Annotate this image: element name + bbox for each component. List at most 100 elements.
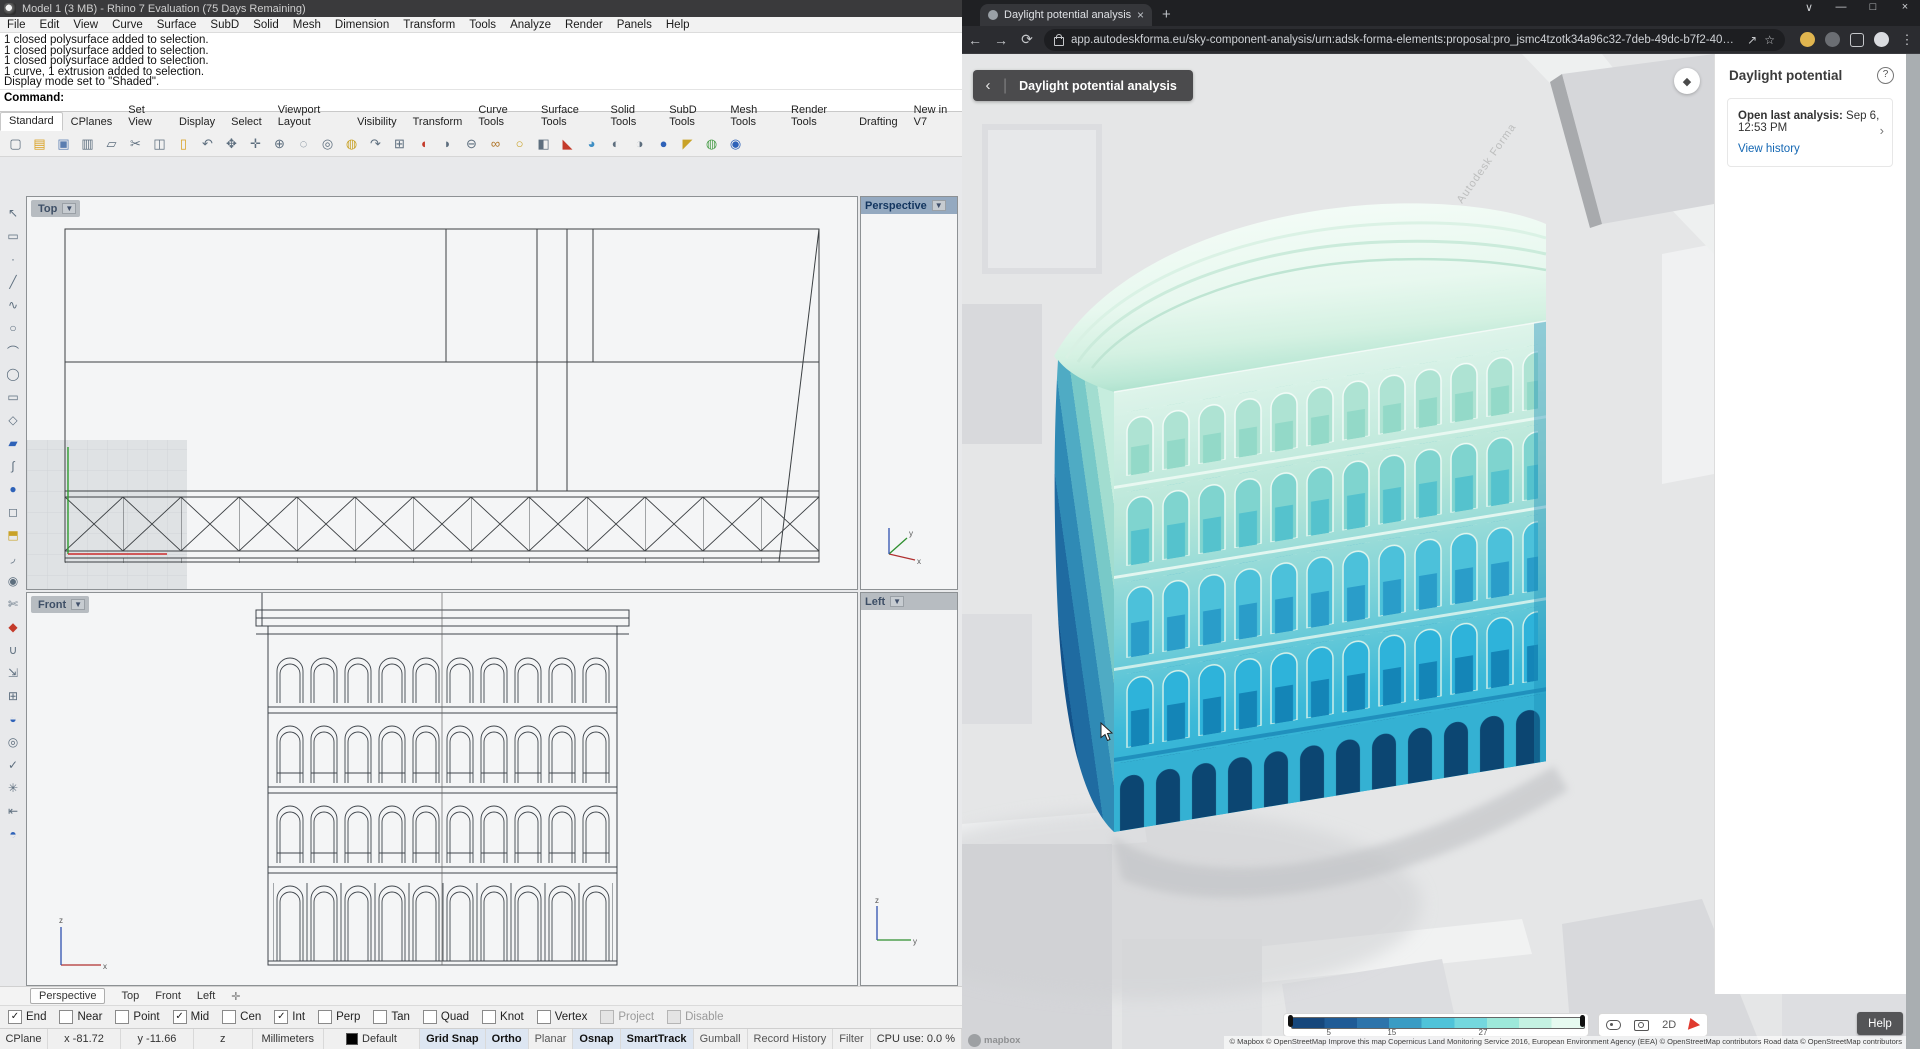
rotate-view-icon[interactable]: ↷ [365, 133, 386, 154]
page-scrollbar[interactable] [1906, 54, 1920, 1049]
viewport-perspective[interactable]: Perspective▼ x y [860, 196, 958, 590]
boolean-icon[interactable]: ◉ [3, 571, 23, 591]
mapbox-logo[interactable]: mapbox [968, 1034, 1020, 1047]
pan-car-icon[interactable]: ◖ [413, 133, 434, 154]
earth-icon[interactable]: ◍ [701, 133, 722, 154]
osnap-disable[interactable]: Disable [667, 1010, 723, 1024]
new-file-icon[interactable]: ▢ [5, 133, 26, 154]
split-icon[interactable]: ◆ [3, 617, 23, 637]
checkbox[interactable] [482, 1010, 496, 1024]
move-icon[interactable]: ✛ [245, 133, 266, 154]
viewport-front-title[interactable]: Front▼ [31, 596, 89, 613]
menu-tools[interactable]: Tools [462, 19, 503, 31]
status-units[interactable]: Millimeters [253, 1029, 324, 1049]
forward-icon[interactable]: → [988, 32, 1014, 48]
undo-icon[interactable]: ↶ [197, 133, 218, 154]
color-wheel-icon[interactable]: ◕ [581, 133, 602, 154]
url-text[interactable]: app.autodeskforma.eu/sky-component-analy… [1071, 34, 1740, 46]
menu-transform[interactable]: Transform [396, 19, 462, 31]
viewport-menu-arrow-icon[interactable]: ▼ [71, 599, 85, 610]
check-icon[interactable]: ✓ [3, 755, 23, 775]
select-pointer-icon[interactable]: ↖ [3, 203, 23, 223]
share-icon[interactable]: ↗ [1747, 33, 1757, 47]
tab-curve-tools[interactable]: Curve Tools [470, 102, 533, 131]
tab-subd-tools[interactable]: SubD Tools [661, 102, 722, 131]
menu-view[interactable]: View [66, 19, 105, 31]
toggle-planar[interactable]: Planar [529, 1029, 574, 1049]
osnap-int[interactable]: Int [274, 1010, 305, 1024]
address-bar[interactable]: app.autodeskforma.eu/sky-component-analy… [1044, 29, 1785, 51]
viewport-left[interactable]: Left▼ y z [860, 592, 958, 986]
menu-help[interactable]: Help [659, 19, 697, 31]
properties-icon[interactable]: ▱ [101, 133, 122, 154]
tab-select[interactable]: Select [223, 114, 270, 131]
toggle-2d-button[interactable]: 2D [1662, 1019, 1676, 1031]
viewport-left-title[interactable]: Left▼ [861, 593, 957, 610]
visibility-eye-icon[interactable] [1606, 1020, 1621, 1030]
checkbox[interactable] [537, 1010, 551, 1024]
osnap-perp[interactable]: Perp [318, 1010, 360, 1024]
menu-kebab-icon[interactable]: ⋮ [1894, 32, 1920, 48]
side-panel-icon[interactable] [1850, 33, 1864, 47]
tab-mesh-tools[interactable]: Mesh Tools [722, 102, 783, 131]
glasses-icon[interactable]: ∞ [485, 133, 506, 154]
extension-icon[interactable] [1825, 32, 1840, 47]
zoom-lens-icon[interactable]: ◍ [341, 133, 362, 154]
sphere-icon[interactable]: ● [3, 479, 23, 499]
tab-display[interactable]: Display [171, 114, 223, 131]
gumball-icon[interactable]: ◒ [3, 709, 23, 729]
tab-set-view[interactable]: Set View [120, 102, 171, 131]
tab-new-in-v7[interactable]: New in V7 [906, 102, 962, 131]
tab-surface-tools[interactable]: Surface Tools [533, 102, 603, 131]
viewport-layout-icon[interactable]: ⊞ [389, 133, 410, 154]
checkbox[interactable] [59, 1010, 73, 1024]
print-icon[interactable]: ▥ [77, 133, 98, 154]
viewport-menu-arrow-icon[interactable]: ▼ [62, 203, 76, 214]
selection-filter-icon[interactable]: ▭ [3, 226, 23, 246]
box-icon[interactable]: ◻ [3, 502, 23, 522]
point-icon[interactable]: · [3, 249, 23, 269]
profile-avatar[interactable] [1874, 32, 1889, 47]
menu-mesh[interactable]: Mesh [286, 19, 328, 31]
toggle-osnap[interactable]: Osnap [573, 1029, 620, 1049]
extrude-icon[interactable]: ⬒ [3, 525, 23, 545]
osnap-tan[interactable]: Tan [373, 1010, 410, 1024]
arc-icon[interactable]: ⌒ [3, 341, 23, 361]
viewport-tab-left[interactable]: Left [197, 990, 215, 1002]
osnap-knot[interactable]: Knot [482, 1010, 524, 1024]
osnap-near[interactable]: Near [59, 1010, 102, 1024]
cut-icon[interactable]: ✂ [125, 133, 146, 154]
menu-render[interactable]: Render [558, 19, 610, 31]
osnap-vertex[interactable]: Vertex [537, 1010, 588, 1024]
checkbox[interactable] [8, 1010, 22, 1024]
tab-visibility[interactable]: Visibility [349, 114, 405, 131]
ellipse-icon[interactable]: ◯ [3, 364, 23, 384]
tab-standard[interactable]: Standard [0, 112, 63, 131]
back-icon[interactable]: ← [962, 32, 988, 48]
checkbox[interactable] [318, 1010, 332, 1024]
checkbox[interactable] [222, 1010, 236, 1024]
tab-transform[interactable]: Transform [405, 114, 471, 131]
zoom-window-icon[interactable]: ◌ [293, 133, 314, 154]
visibility-icon[interactable]: ◎ [3, 732, 23, 752]
checkbox[interactable] [423, 1010, 437, 1024]
new-viewport-tab-icon[interactable]: ✛ [231, 990, 240, 1003]
explode-icon[interactable]: ✳ [3, 778, 23, 798]
measure-icon[interactable]: ◓ [3, 824, 23, 844]
scale-icon[interactable]: ⇲ [3, 663, 23, 683]
view-history-link[interactable]: View history [1738, 143, 1800, 155]
lock-icon[interactable]: ◧ [533, 133, 554, 154]
legend-max-handle[interactable] [1580, 1015, 1585, 1027]
spotlight-icon[interactable]: ◤ [677, 133, 698, 154]
dimension-icon[interactable]: ⇤ [3, 801, 23, 821]
tab-search-chevron-icon[interactable]: ∨ [1794, 1, 1824, 14]
toggle-grid-snap[interactable]: Grid Snap [420, 1029, 486, 1049]
menu-edit[interactable]: Edit [33, 19, 67, 31]
help-button[interactable]: Help [1857, 1012, 1903, 1035]
eraser-icon[interactable]: ◗ [437, 133, 458, 154]
hide-icon[interactable]: ⊖ [461, 133, 482, 154]
osnap-cen[interactable]: Cen [222, 1010, 261, 1024]
compass-control[interactable]: ◆ [1674, 68, 1700, 94]
window-close-icon[interactable]: × [1890, 1, 1920, 13]
viewport-menu-arrow-icon[interactable]: ▼ [932, 200, 946, 211]
